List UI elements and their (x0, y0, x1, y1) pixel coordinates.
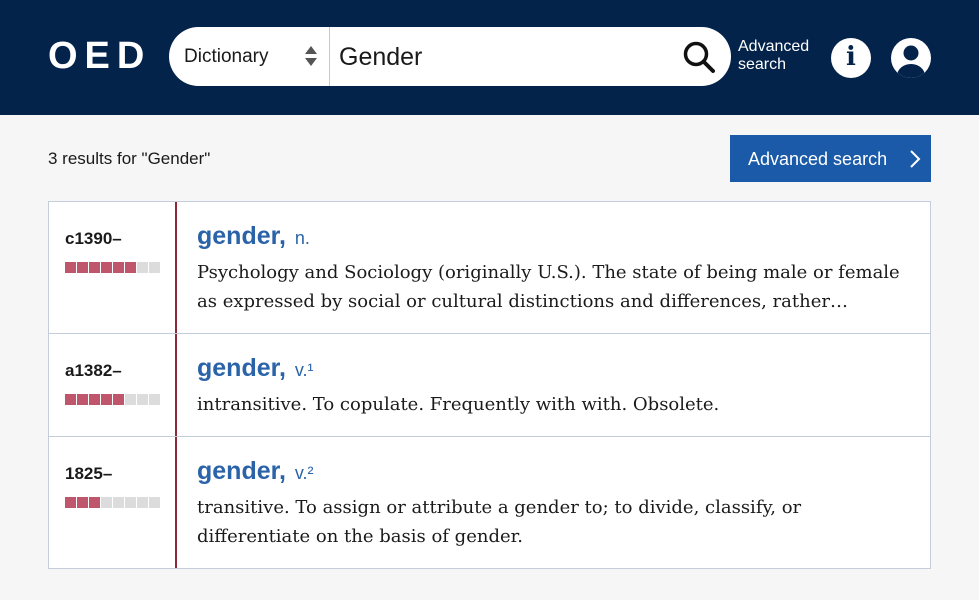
user-icon[interactable] (891, 38, 931, 78)
frequency-indicator (65, 262, 161, 274)
frequency-block-empty (101, 497, 112, 508)
part-of-speech: n. (294, 228, 310, 248)
headword: gender, (197, 457, 286, 485)
frequency-indicator (65, 394, 161, 406)
frequency-block-filled (77, 497, 88, 508)
result-row[interactable]: 1825– gender, v.² transitive. To assign … (49, 437, 930, 568)
frequency-block-filled (89, 497, 100, 508)
frequency-block-filled (65, 394, 76, 405)
frequency-block-empty (125, 497, 136, 508)
definition: Psychology and Sociology (originally U.S… (197, 262, 900, 312)
frequency-block-empty (125, 394, 136, 405)
entry: gender, n. Psychology and Sociology (ori… (197, 220, 917, 316)
entry: gender, v.² transitive. To assign or att… (197, 455, 917, 551)
headword-link[interactable]: gender, v.¹ (197, 352, 917, 386)
frequency-block-filled (65, 262, 76, 273)
info-icon[interactable]: i (831, 38, 871, 78)
search-bar: Dictionary Gender (169, 27, 731, 86)
frequency-block-filled (101, 394, 112, 405)
frequency-block-empty (113, 497, 124, 508)
frequency-block-empty (149, 497, 160, 508)
headword: gender, (197, 354, 286, 382)
dictionary-select[interactable]: Dictionary (169, 27, 330, 86)
part-of-speech: v.¹ (294, 360, 314, 380)
date-column: 1825– (49, 437, 177, 568)
entry: gender, v.¹ intransitive. To copulate. F… (197, 352, 917, 419)
oed-logo[interactable]: OED (48, 36, 151, 76)
results-count: 3 results for "Gender" (48, 149, 211, 168)
frequency-block-empty (149, 262, 160, 273)
chevron-right-icon (910, 150, 921, 168)
frequency-block-filled (113, 262, 124, 273)
frequency-block-empty (137, 262, 148, 273)
frequency-block-filled (65, 497, 76, 508)
frequency-block-empty (149, 394, 160, 405)
site-header: OED Dictionary Gender Advanced search i (0, 0, 979, 115)
advanced-search-link[interactable]: Advanced search (738, 38, 818, 74)
advanced-search-button[interactable]: Advanced search (730, 135, 931, 182)
frequency-block-empty (137, 394, 148, 405)
result-row[interactable]: c1390– gender, n. Psychology and Sociolo… (49, 202, 930, 334)
frequency-block-filled (77, 262, 88, 273)
first-use-date: a1382– (65, 361, 122, 380)
date-column: a1382– (49, 334, 177, 436)
frequency-block-filled (77, 394, 88, 405)
headword-link[interactable]: gender, v.² (197, 455, 917, 489)
headword-link[interactable]: gender, n. (197, 220, 917, 254)
first-use-date: c1390– (65, 229, 122, 248)
frequency-block-filled (101, 262, 112, 273)
definition: transitive. To assign or attribute a gen… (197, 497, 802, 547)
frequency-block-empty (137, 497, 148, 508)
frequency-block-filled (113, 394, 124, 405)
search-input[interactable]: Gender (339, 42, 422, 72)
search-icon[interactable] (682, 40, 716, 74)
frequency-indicator (65, 497, 161, 509)
headword: gender, (197, 222, 286, 250)
result-row[interactable]: a1382– gender, v.¹ intransitive. To copu… (49, 334, 930, 437)
advanced-search-button-label: Advanced search (748, 149, 888, 169)
first-use-date: 1825– (65, 464, 113, 483)
part-of-speech: v.² (294, 463, 314, 483)
results-list: c1390– gender, n. Psychology and Sociolo… (48, 201, 931, 569)
definition: intransitive. To copulate. Frequently wi… (197, 394, 720, 415)
frequency-block-filled (89, 262, 100, 273)
frequency-block-filled (125, 262, 136, 273)
select-arrows-icon (305, 46, 317, 66)
dictionary-select-label: Dictionary (184, 46, 269, 67)
date-column: c1390– (49, 202, 177, 333)
frequency-block-filled (89, 394, 100, 405)
